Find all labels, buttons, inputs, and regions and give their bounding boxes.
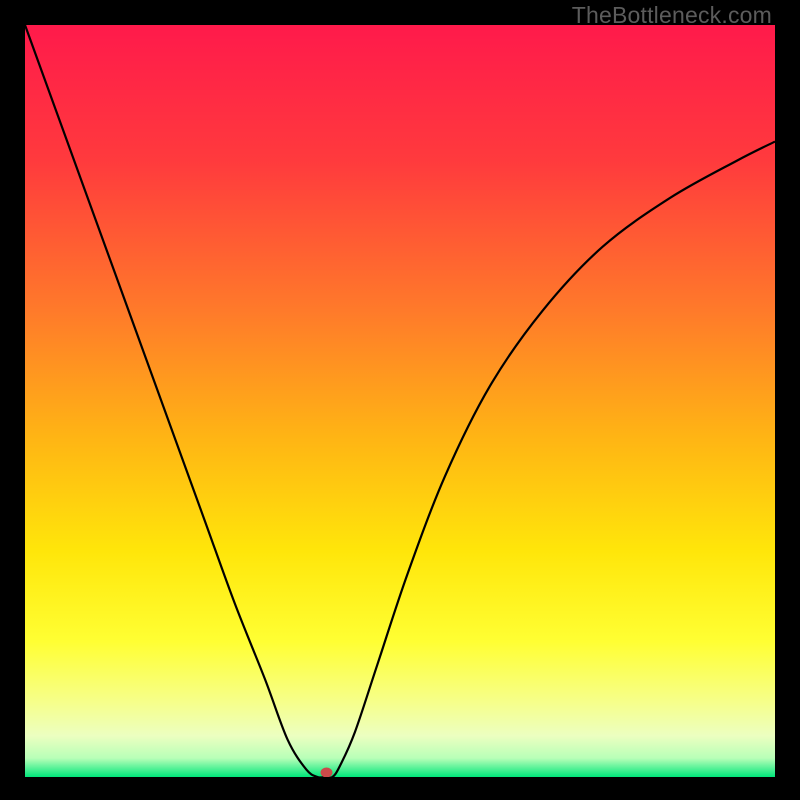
chart-frame: TheBottleneck.com: [0, 0, 800, 800]
plot-area: [25, 25, 775, 777]
watermark-text: TheBottleneck.com: [572, 2, 772, 29]
chart-svg: [25, 25, 775, 777]
gradient-background: [25, 25, 775, 777]
